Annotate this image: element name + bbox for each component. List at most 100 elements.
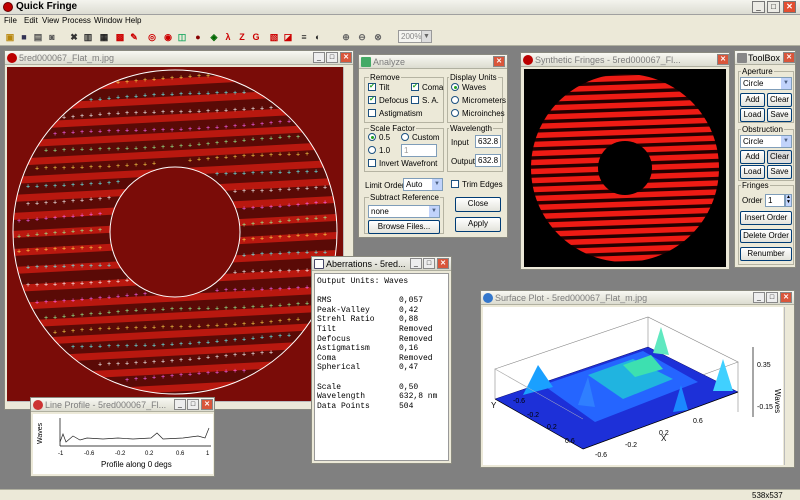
plot-icon[interactable]: ◫ [176, 31, 188, 43]
zoom-in-icon[interactable]: ⊕ [340, 31, 352, 43]
minimize-button[interactable]: _ [174, 399, 186, 410]
obstruction-add-button[interactable]: Add [740, 150, 765, 164]
surface-icon[interactable]: ◐ [312, 31, 324, 43]
circle-icon[interactable]: ◎ [146, 31, 158, 43]
remove-label: Remove [369, 73, 401, 82]
renumber-button[interactable]: Renumber [740, 247, 792, 261]
print-icon[interactable]: ▤ [32, 31, 44, 43]
close-button[interactable]: ✕ [783, 52, 795, 63]
trim-edges-checkbox[interactable] [451, 180, 459, 188]
analyze-icon[interactable]: ◈ [208, 31, 220, 43]
maximize-button[interactable]: □ [187, 399, 199, 410]
synth-icon[interactable]: ▧ [268, 31, 280, 43]
stripes-icon[interactable]: ≡ [298, 31, 310, 43]
save-icon[interactable]: ■ [18, 31, 30, 43]
maximize-button[interactable]: □ [326, 52, 338, 63]
tools-icon[interactable]: ✖ [68, 31, 80, 43]
micrometers-radio[interactable] [451, 96, 459, 104]
minimize-button[interactable]: _ [410, 258, 422, 269]
fringe-marker: + [44, 165, 48, 172]
microinches-radio[interactable] [451, 109, 459, 117]
close-dialog-button[interactable]: Close [455, 197, 501, 212]
aperture-save-button[interactable]: Save [767, 108, 792, 122]
obstruction-clear-button[interactable]: Clear [767, 150, 792, 164]
fringe-marker: + [260, 286, 264, 293]
tilt-checkbox[interactable]: ✔ [368, 83, 376, 91]
camera-icon[interactable]: ◙ [46, 31, 58, 43]
marker-icon[interactable]: ✎ [128, 31, 140, 43]
zoom-fit-icon[interactable]: ⊗ [372, 31, 384, 43]
insert-order-button[interactable]: Insert Order [740, 211, 792, 225]
maximize-button[interactable]: □ [423, 258, 435, 269]
custom-radio[interactable] [401, 133, 409, 141]
ruler-icon[interactable]: ▥ [82, 31, 94, 43]
close-button[interactable]: ✕ [201, 399, 213, 410]
maximize-button[interactable]: □ [767, 1, 780, 13]
obstruction-load-button[interactable]: Load [740, 165, 765, 179]
browse-files-button[interactable]: Browse Files... [368, 220, 440, 234]
g-icon[interactable]: G [250, 31, 262, 43]
close-button[interactable]: ✕ [783, 1, 796, 13]
text-icon[interactable]: ◪ [282, 31, 294, 43]
menu-edit[interactable]: Edit [24, 16, 38, 25]
close-button[interactable]: ✕ [437, 258, 449, 269]
obstruction-select[interactable]: Circle [740, 135, 792, 148]
chevron-down-icon[interactable]: ▼ [421, 31, 431, 42]
obstruction-save-button[interactable]: Save [767, 165, 792, 179]
fringe-marker: + [206, 90, 210, 97]
fringe-icon[interactable]: ◉ [162, 31, 174, 43]
sphere-icon[interactable]: ● [192, 31, 204, 43]
close-button[interactable]: ✕ [340, 52, 352, 63]
close-button[interactable]: ✕ [717, 54, 729, 65]
coma-checkbox[interactable]: ✔ [411, 83, 419, 91]
limit-order-select[interactable]: Auto [403, 178, 443, 191]
sa-checkbox[interactable] [411, 96, 419, 104]
fringe-marker: + [242, 351, 246, 358]
fringe-marker: + [242, 122, 246, 129]
menu-file[interactable]: File [4, 16, 17, 25]
astigmatism-checkbox[interactable] [368, 109, 376, 117]
aberration-value: Removed [399, 353, 433, 363]
aperture-add-button[interactable]: Add [740, 93, 765, 107]
subtract-select[interactable]: none [368, 205, 440, 218]
fringe-marker: + [233, 107, 237, 114]
order-input[interactable]: 1 [765, 194, 785, 207]
zernike-icon[interactable]: Z [236, 31, 248, 43]
zoom-out-icon[interactable]: ⊖ [356, 31, 368, 43]
menu-view[interactable]: View [42, 16, 59, 25]
apply-button[interactable]: Apply [455, 217, 501, 232]
fringe-marker: + [134, 93, 138, 100]
aperture-select[interactable]: Circle [740, 77, 792, 90]
v-scrollbar[interactable] [784, 307, 793, 465]
menu-process[interactable]: Process [62, 16, 91, 25]
minimize-button[interactable]: _ [753, 292, 765, 303]
custom-scale-input[interactable]: 1 [401, 144, 437, 157]
input-wavelength-field[interactable]: 632.8 [475, 135, 501, 148]
lambda-icon[interactable]: λ [222, 31, 234, 43]
output-wavelength-field[interactable]: 632.8 [475, 154, 501, 167]
minimize-button[interactable]: _ [752, 1, 765, 13]
aberrations-text[interactable]: Output Units: Waves RMS 0,057 Peak-Valley 0… [314, 273, 449, 461]
scale-10-radio[interactable] [368, 146, 376, 154]
minimize-button[interactable]: _ [313, 52, 325, 63]
surface-plot[interactable]: 0.35 -0.15 Waves Y X -0.6 -0.2 0.2 0.6 -… [483, 307, 783, 465]
fringe-image[interactable]: + + + + + + + + + + + + + + + + + + + + + + + + + + + + + + + + + + + + + + + +… [7, 67, 343, 401]
maximize-button[interactable]: □ [766, 292, 778, 303]
grid-icon[interactable]: ▦ [98, 31, 110, 43]
close-button[interactable]: ✕ [493, 56, 505, 67]
delete-order-button[interactable]: Delete Order [740, 229, 792, 243]
fringe-marker: + [170, 373, 174, 380]
order-spinner[interactable]: ▲ ▼ [785, 194, 792, 207]
menu-help[interactable]: Help [125, 16, 141, 25]
measure-icon[interactable]: ▩ [114, 31, 126, 43]
menu-window[interactable]: Window [94, 16, 122, 25]
defocus-checkbox[interactable]: ✔ [368, 96, 376, 104]
close-button[interactable]: ✕ [780, 292, 792, 303]
scale-05-radio[interactable] [368, 133, 376, 141]
aperture-load-button[interactable]: Load [740, 108, 765, 122]
open-icon[interactable]: ▣ [4, 31, 16, 43]
invert-checkbox[interactable] [368, 159, 376, 167]
aberration-value: 0,88 [399, 315, 419, 325]
aperture-clear-button[interactable]: Clear [767, 93, 792, 107]
waves-radio[interactable] [451, 83, 459, 91]
